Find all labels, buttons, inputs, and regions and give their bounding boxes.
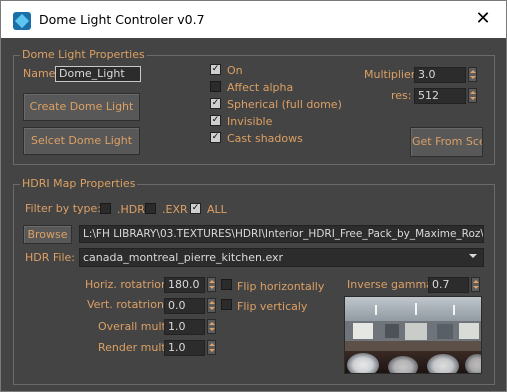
res-input[interactable]: 512 (414, 88, 466, 104)
inverse-gamma-label: Inverse gamma: (347, 278, 437, 291)
spinner-up-icon (470, 70, 476, 73)
multiplier-spinner[interactable] (468, 67, 477, 82)
invisible-label: Invisible (227, 115, 273, 128)
horiz-rotation-spinner[interactable] (207, 277, 216, 292)
render-mult-label: Render mult: (98, 341, 170, 354)
spinner-up-icon (209, 301, 215, 304)
spinner-down-icon (470, 97, 476, 100)
cast-shadows-label: Cast shadows (227, 132, 303, 145)
res-label: res: (391, 89, 412, 102)
overall-mult-label: Overall mult: (98, 320, 170, 333)
overall-mult-input[interactable]: 1.0 (164, 319, 205, 335)
vert-rotation-label: Vert. rotatrion: (87, 298, 168, 311)
affect-alpha-checkbox[interactable] (210, 81, 221, 92)
hdr-file-selected-value: canada_montreal_pierre_kitchen.exr (83, 251, 284, 264)
vert-rotation-input[interactable]: 0.0 (164, 298, 205, 314)
app-logo-icon (13, 12, 31, 30)
invisible-checkbox[interactable]: ✓ (210, 115, 221, 126)
flip-horizontally-checkbox[interactable] (221, 279, 232, 290)
spinner-down-icon (209, 286, 215, 289)
hdr-file-dropdown[interactable]: canada_montreal_pierre_kitchen.exr (79, 248, 484, 267)
filter-all-label: ALL (207, 203, 227, 216)
multiplier-label: Multiplier: (364, 68, 419, 81)
on-label: On (227, 64, 243, 77)
cast-shadows-checkbox[interactable]: ✓ (210, 132, 221, 143)
name-label: Name: (23, 67, 60, 80)
spinner-up-icon (473, 280, 479, 283)
spinner-up-icon (209, 280, 215, 283)
multiplier-input[interactable]: 3.0 (414, 67, 466, 83)
select-dome-light-button[interactable]: Selcet Dome Light (23, 127, 140, 155)
hdr-file-label: HDR File: (25, 251, 75, 264)
horiz-rotation-label: Horiz. rotatrion: (85, 278, 172, 291)
overall-mult-spinner[interactable] (207, 319, 216, 334)
hdri-map-properties-title: HDRI Map Properties (20, 177, 138, 190)
render-mult-spinner[interactable] (207, 340, 216, 355)
spherical-checkbox[interactable]: ✓ (210, 98, 221, 109)
chevron-down-icon (469, 254, 477, 258)
filter-hdr-checkbox[interactable] (100, 203, 111, 214)
hdri-preview-svg (345, 297, 481, 373)
vert-rotation-spinner[interactable] (207, 298, 216, 313)
spinner-up-icon (209, 322, 215, 325)
name-input[interactable]: Dome_Light (55, 66, 141, 82)
filter-by-type-label: Filter by type: (25, 202, 102, 215)
inverse-gamma-spinner[interactable] (471, 277, 480, 292)
dome-light-properties-title: Dome Light Properties (20, 48, 147, 61)
spinner-down-icon (209, 307, 215, 310)
spinner-down-icon (473, 286, 479, 289)
spinner-down-icon (209, 349, 215, 352)
hdri-preview-image (344, 296, 482, 374)
dialog-client-area: Dome Light Properties Name: Dome_Light C… (0, 38, 507, 392)
hdri-path-field[interactable]: L:\FH LIBRARY\03.TEXTURES\HDRI\Interior_… (79, 225, 484, 243)
close-button[interactable]: ✕ (460, 1, 506, 39)
horiz-rotation-input[interactable]: 180.0 (164, 277, 205, 293)
title-bar: Dome Light Controler v0.7 ✕ (0, 0, 507, 38)
on-checkbox[interactable]: ✓ (210, 64, 221, 75)
render-mult-input[interactable]: 1.0 (164, 340, 205, 356)
create-dome-light-button[interactable]: Create Dome Light (23, 93, 140, 121)
spinner-down-icon (470, 76, 476, 79)
flip-horizontally-label: Flip horizontally (237, 280, 325, 293)
spherical-label: Spherical (full dome) (227, 98, 342, 111)
filter-exr-checkbox[interactable] (145, 203, 156, 214)
dome-light-properties-group: Dome Light Properties Name: Dome_Light C… (13, 48, 495, 165)
spinner-down-icon (209, 328, 215, 331)
get-from-scene-button[interactable]: Get From Scene (410, 127, 483, 157)
window-title: Dome Light Controler v0.7 (39, 12, 205, 27)
inverse-gamma-input[interactable]: 0.7 (428, 277, 469, 293)
filter-exr-label: .EXR (162, 203, 188, 216)
browse-button[interactable]: Browse (23, 225, 72, 244)
filter-all-checkbox[interactable]: ✓ (190, 203, 201, 214)
res-spinner[interactable] (468, 88, 477, 103)
spinner-up-icon (209, 343, 215, 346)
affect-alpha-label: Affect alpha (227, 81, 294, 94)
filter-hdr-label: .HDR (117, 203, 145, 216)
flip-vertically-label: Flip verticaly (237, 300, 308, 313)
flip-vertically-checkbox[interactable] (221, 299, 232, 310)
spinner-up-icon (470, 91, 476, 94)
